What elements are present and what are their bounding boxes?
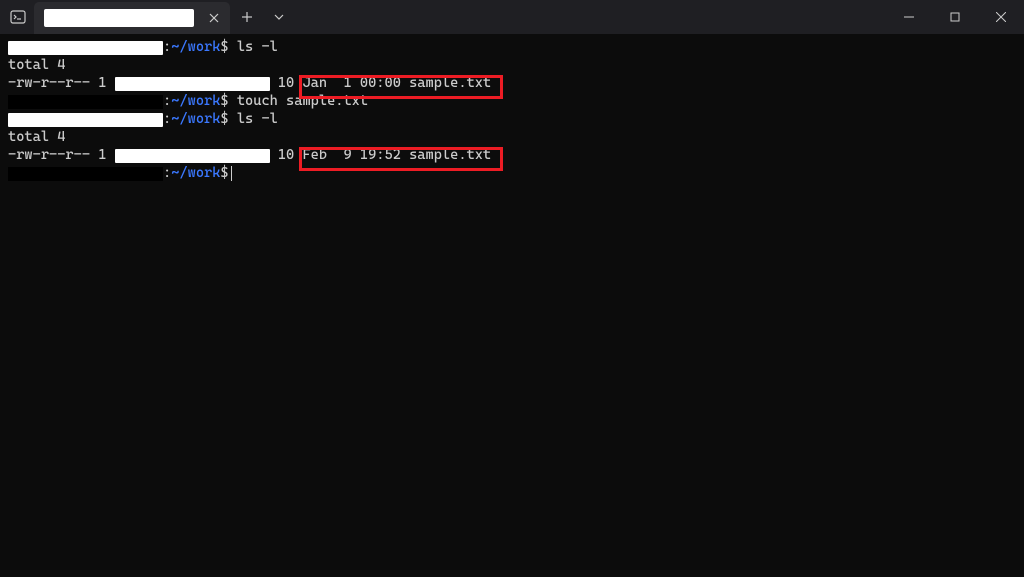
- terminal-output[interactable]: :~/work$ ls -l total 4 -rw-r--r-- 1 10 J…: [0, 34, 1024, 186]
- terminal-app-icon: [8, 7, 28, 27]
- window-controls: [886, 0, 1024, 34]
- prompt-line-4: :~/work$: [8, 164, 1016, 182]
- output-total-2: total 4: [8, 128, 1016, 146]
- date-highlighted-2: Feb 9 19:52 sample: [302, 147, 458, 163]
- minimize-button[interactable]: [886, 0, 932, 34]
- maximize-button[interactable]: [932, 0, 978, 34]
- titlebar-left: [0, 0, 294, 34]
- output-total-1: total 4: [8, 56, 1016, 74]
- prompt-line-1: :~/work$ ls -l: [8, 38, 1016, 56]
- prompt-line-2: :~/work$ touch sample.txt: [8, 92, 1016, 110]
- date-highlighted-1: Jan 1 00:00 sample: [302, 75, 458, 91]
- output-file-2: -rw-r--r-- 1 10 Feb 9 19:52 sample.txt: [8, 146, 1016, 164]
- new-tab-button[interactable]: [232, 2, 262, 32]
- tab-close-button[interactable]: [206, 10, 222, 26]
- close-window-button[interactable]: [978, 0, 1024, 34]
- titlebar: [0, 0, 1024, 34]
- output-file-1: -rw-r--r-- 1 10 Jan 1 00:00 sample.txt: [8, 74, 1016, 92]
- tab-title-redacted: [44, 9, 194, 27]
- prompt-line-3: :~/work$ ls -l: [8, 110, 1016, 128]
- cursor: [231, 166, 232, 181]
- tab-active[interactable]: [34, 2, 230, 34]
- tab-dropdown-button[interactable]: [264, 2, 294, 32]
